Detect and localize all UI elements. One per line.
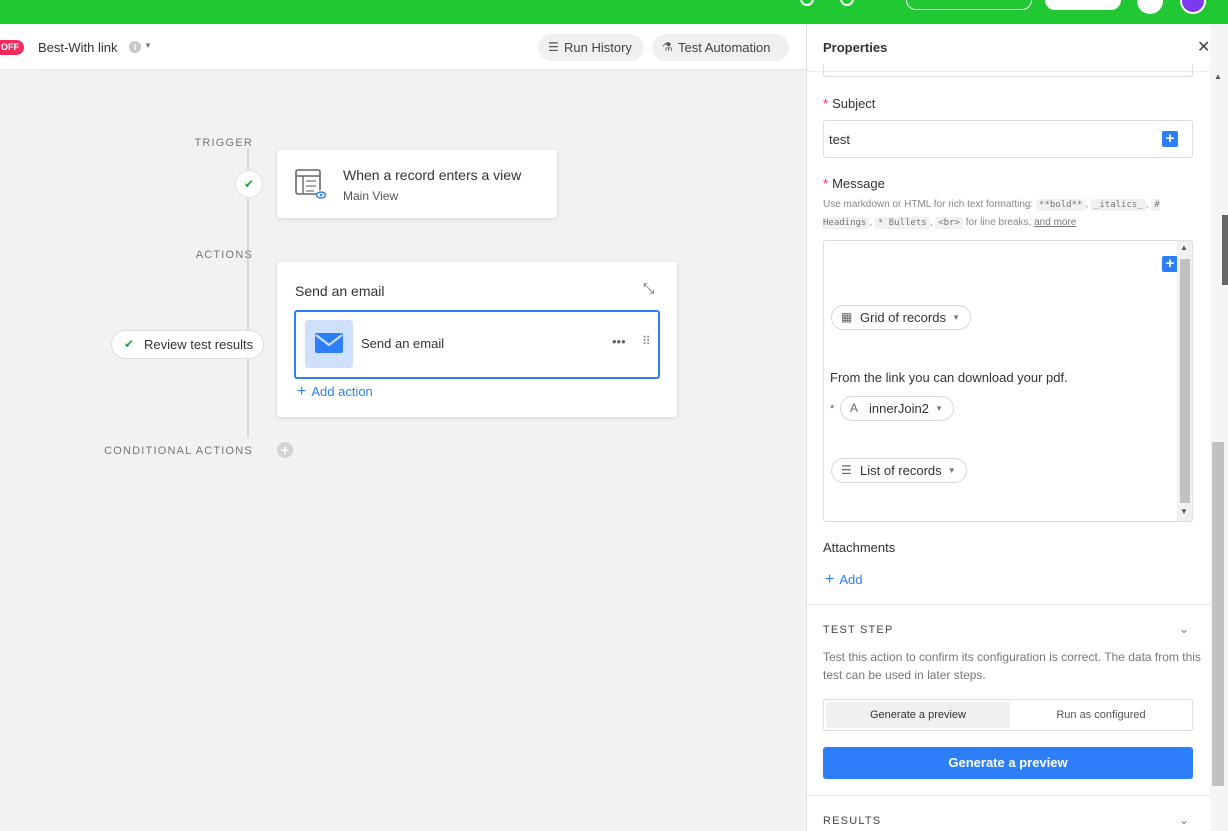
and-more-link[interactable]: and more [1034, 217, 1076, 228]
chevron-down-icon: ▼ [952, 313, 960, 322]
results-heading[interactable]: RESULTS [823, 815, 881, 827]
tab-run-as-configured[interactable]: Run as configured [1010, 702, 1192, 728]
panel-scrollbar-thumb[interactable] [1212, 442, 1224, 786]
automation-header: OFF Best-With link i ▼ ☰ Run History ⚗ T… [0, 24, 806, 70]
chevron-down-icon: ▼ [935, 404, 943, 413]
test-step-description: Test this action to confirm its configur… [823, 650, 1201, 682]
share-button[interactable] [1045, 0, 1121, 10]
list-icon: ☰ [548, 40, 559, 54]
test-automation-button[interactable]: ⚗ Test Automation [652, 34, 789, 61]
help-icon[interactable] [840, 0, 854, 6]
review-label: Review test results [144, 337, 254, 352]
test-step-heading[interactable]: TEST STEP [823, 624, 894, 636]
email-icon [305, 320, 353, 368]
subject-value: test [829, 132, 850, 147]
window-edge [1222, 215, 1228, 285]
chevron-down-icon[interactable]: ⌄ [1179, 622, 1189, 636]
table-view-icon [295, 169, 326, 200]
trigger-section-label: TRIGGER [194, 137, 253, 149]
list-icon: ☰ [841, 463, 852, 477]
insert-field-icon[interactable]: + [1162, 256, 1178, 272]
formatting-hint: Use markdown or HTML for rich text forma… [823, 199, 1160, 229]
subject-label: * Subject [823, 96, 876, 111]
test-mode-toggle: Generate a preview Run as configured [823, 699, 1193, 731]
close-icon[interactable]: ✕ [1197, 37, 1210, 57]
check-icon: ✔ [124, 337, 135, 351]
add-attachment-button[interactable]: + Add [825, 571, 862, 589]
message-text-line: From the link you can download your pdf. [830, 370, 1068, 385]
top-app-bar [0, 0, 1228, 24]
notification-icon[interactable] [800, 0, 814, 6]
add-conditional-action-icon[interactable]: + [277, 442, 293, 458]
send-email-action[interactable]: Send an email ••• ⠿ [294, 310, 660, 379]
innerjoin-field-token[interactable]: A innerJoin2 ▼ [840, 396, 954, 421]
chevron-down-icon[interactable]: ⌄ [1179, 813, 1189, 827]
action-card-title: Send an email [295, 283, 385, 299]
add-action-button[interactable]: + Add action [297, 383, 373, 401]
generate-preview-button[interactable]: Generate a preview [823, 747, 1193, 779]
grid-icon: ▦ [841, 310, 853, 324]
trigger-card[interactable]: When a record enters a view Main View [277, 150, 557, 218]
top-pill-button[interactable] [906, 0, 1032, 10]
insert-field-icon[interactable]: + [1162, 131, 1178, 147]
test-automation-label: Test Automation [678, 40, 771, 55]
trigger-check-icon: ✔ [235, 170, 263, 198]
scroll-up-icon[interactable]: ▲ [1214, 72, 1222, 81]
trigger-subtitle: Main View [343, 189, 399, 203]
subject-field[interactable]: test + [823, 120, 1193, 158]
attachments-label: Attachments [823, 540, 896, 555]
automation-name[interactable]: Best-With link [38, 40, 117, 55]
actions-section-label: ACTIONS [195, 249, 253, 261]
info-icon[interactable]: i [129, 41, 141, 53]
run-history-button[interactable]: ☰ Run History [538, 34, 644, 61]
text-field-icon: A [850, 401, 859, 415]
scroll-up-icon[interactable]: ▲ [1180, 243, 1188, 252]
panel-scrollbar[interactable]: ▲ [1210, 24, 1228, 831]
list-of-records-token[interactable]: ☰ List of records ▼ [831, 458, 967, 483]
panel-header-divider [807, 71, 1210, 72]
more-options-icon[interactable]: ••• [612, 334, 626, 349]
properties-panel: Properties ✕ * Subject test + * Message Us… [806, 24, 1210, 831]
section-divider [807, 604, 1210, 605]
grid-of-records-token[interactable]: ▦ Grid of records ▼ [831, 305, 971, 330]
message-editor[interactable]: + ▦ Grid of records ▼ From the link you … [823, 240, 1193, 522]
chevron-down-icon[interactable]: ▼ [144, 41, 152, 50]
message-star: * [830, 403, 835, 415]
add-action-label: Add action [311, 384, 373, 399]
message-label: * Message [823, 176, 885, 191]
avatar[interactable] [1180, 0, 1206, 14]
section-divider [807, 795, 1210, 796]
message-scrollbar-thumb[interactable] [1180, 259, 1190, 503]
run-history-label: Run History [564, 40, 632, 55]
trigger-title: When a record enters a view [343, 167, 522, 183]
action-item-label: Send an email [361, 336, 445, 351]
panel-title: Properties [823, 40, 888, 55]
drag-handle-icon[interactable]: ⠿ [642, 334, 651, 348]
action-card: Send an email ⤡ Send an email ••• ⠿ + Add… [277, 262, 677, 417]
status-badge[interactable]: OFF [0, 40, 24, 55]
chevron-down-icon: ▼ [947, 466, 956, 475]
bell-icon[interactable] [1137, 0, 1163, 14]
tab-generate-preview[interactable]: Generate a preview [826, 702, 1010, 728]
scroll-down-icon[interactable]: ▼ [1180, 507, 1188, 516]
collapse-icon[interactable]: ⤡ [643, 280, 654, 297]
flask-icon: ⚗ [662, 40, 673, 54]
review-test-results-button[interactable]: ✔ Review test results [111, 330, 264, 359]
conditional-actions-label: CONDITIONAL ACTIONS [104, 445, 253, 457]
